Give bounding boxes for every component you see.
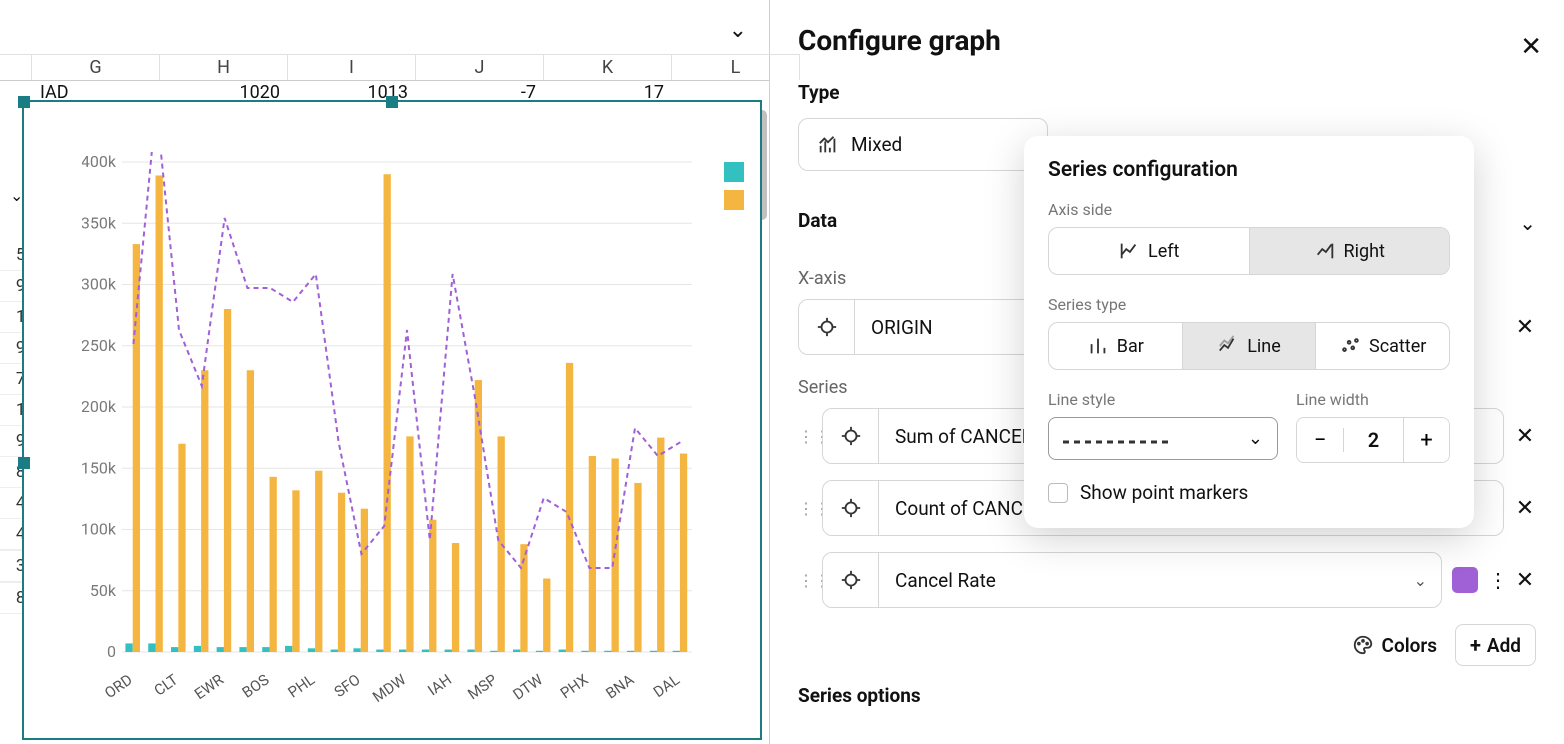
dashed-line-icon bbox=[1063, 440, 1173, 444]
close-icon[interactable]: ✕ bbox=[1520, 32, 1542, 62]
mixed-chart-icon bbox=[817, 134, 839, 156]
resize-handle[interactable] bbox=[386, 96, 398, 108]
drag-handle-icon[interactable]: ⋮⋮ bbox=[798, 499, 812, 518]
drag-handle-icon[interactable]: ⋮⋮ bbox=[798, 571, 812, 590]
panel-title: Configure graph bbox=[798, 24, 1536, 57]
series-type-toggle: BarLineScatter bbox=[1048, 322, 1450, 370]
axis-side-toggle: LeftRight bbox=[1048, 227, 1450, 275]
svg-text:50k: 50k bbox=[90, 581, 117, 600]
svg-text:DAL: DAL bbox=[650, 671, 683, 702]
legend-swatch bbox=[724, 162, 744, 182]
bar-icon bbox=[1087, 335, 1109, 357]
svg-text:PHX: PHX bbox=[557, 670, 592, 702]
axis-side-left[interactable]: Left bbox=[1049, 228, 1249, 274]
line-width-value: 2 bbox=[1343, 428, 1403, 452]
add-series-button[interactable]: + Add bbox=[1455, 624, 1536, 666]
line-width-stepper: − 2 + bbox=[1296, 417, 1450, 463]
data-section-label: Data bbox=[798, 209, 837, 232]
svg-text:MSP: MSP bbox=[464, 671, 500, 702]
svg-text:DTW: DTW bbox=[510, 671, 547, 702]
target-icon bbox=[840, 425, 862, 447]
xaxis-value: ORIGIN bbox=[855, 316, 949, 339]
increment-button[interactable]: + bbox=[1403, 418, 1449, 462]
decrement-button[interactable]: − bbox=[1297, 418, 1343, 462]
chevron-down-icon: ⌄ bbox=[1248, 428, 1263, 449]
svg-text:BOS: BOS bbox=[239, 670, 273, 701]
series-config-popover: Series configuration Axis side LeftRight… bbox=[1024, 136, 1474, 528]
more-icon[interactable]: ⋮ bbox=[1488, 568, 1504, 592]
series-type-scatter[interactable]: Scatter bbox=[1315, 323, 1449, 369]
line-style-label: Line style bbox=[1048, 390, 1278, 409]
drag-handle-icon[interactable]: ⋮⋮ bbox=[798, 427, 812, 446]
col-header[interactable]: K bbox=[544, 54, 672, 80]
axis-side-right[interactable]: Right bbox=[1249, 228, 1450, 274]
legend-swatch bbox=[724, 190, 744, 210]
resize-handle[interactable] bbox=[18, 96, 30, 108]
axis-left-icon bbox=[1118, 240, 1140, 262]
target-icon bbox=[816, 316, 838, 338]
series-type-bar[interactable]: Bar bbox=[1049, 323, 1182, 369]
colors-button[interactable]: Colors bbox=[1352, 634, 1437, 657]
graph-type-select[interactable]: Mixed bbox=[798, 118, 1048, 171]
col-header[interactable]: H bbox=[160, 54, 288, 80]
col-header[interactable]: G bbox=[32, 54, 160, 80]
series-name: Cancel Rate bbox=[879, 569, 1400, 592]
remove-series-button[interactable]: ✕ bbox=[1514, 496, 1536, 521]
svg-text:150k: 150k bbox=[82, 458, 117, 477]
series-type-label: Series type bbox=[1048, 295, 1450, 314]
svg-text:CLT: CLT bbox=[151, 671, 182, 700]
spreadsheet-pane: ⌄ G H I J K L IAD 1020 1013 -7 17 ⌄ 53 9… bbox=[0, 0, 770, 744]
col-header[interactable]: I bbox=[288, 54, 416, 80]
svg-text:SFO: SFO bbox=[331, 671, 364, 702]
svg-text:250k: 250k bbox=[82, 336, 117, 355]
svg-text:PHL: PHL bbox=[285, 671, 318, 702]
svg-text:IAH: IAH bbox=[424, 671, 455, 700]
popover-title: Series configuration bbox=[1048, 158, 1450, 182]
svg-text:100k: 100k bbox=[82, 520, 117, 539]
graph-type-value: Mixed bbox=[851, 133, 902, 156]
series-select[interactable]: Cancel Rate⌄ bbox=[822, 552, 1442, 608]
resize-handle[interactable] bbox=[18, 457, 30, 469]
svg-text:EWR: EWR bbox=[191, 671, 227, 702]
axis-right-icon bbox=[1314, 240, 1336, 262]
series-options-label: Series options bbox=[798, 684, 1536, 707]
svg-text:ORD: ORD bbox=[101, 671, 135, 702]
target-icon bbox=[840, 569, 862, 591]
plus-icon: + bbox=[1470, 633, 1481, 657]
remove-xaxis-button[interactable]: ✕ bbox=[1514, 315, 1536, 340]
chart-container[interactable]: 050k100k150k200k250k300k350k400k 0.0050.… bbox=[22, 100, 762, 740]
show-markers-checkbox[interactable] bbox=[1048, 483, 1068, 503]
show-markers-label: Show point markers bbox=[1080, 481, 1248, 504]
chevron-down-icon[interactable]: ⌄ bbox=[729, 18, 747, 43]
type-section-label: Type bbox=[798, 81, 1536, 104]
chart-legend bbox=[724, 162, 744, 218]
svg-text:0: 0 bbox=[107, 642, 116, 661]
chevron-down-icon[interactable]: ⌄ bbox=[1519, 211, 1536, 235]
remove-series-button[interactable]: ✕ bbox=[1514, 424, 1536, 449]
xaxis-select[interactable]: ORIGIN bbox=[798, 299, 1053, 355]
svg-text:BNA: BNA bbox=[602, 670, 637, 702]
line-style-select[interactable]: ⌄ bbox=[1048, 417, 1278, 460]
chevron-down-icon[interactable]: ⌄ bbox=[1400, 571, 1441, 590]
svg-text:350k: 350k bbox=[82, 213, 117, 232]
series-color-chip[interactable] bbox=[1452, 567, 1478, 593]
config-panel: ✕ Configure graph Type Mixed Data ⌄ X-ax… bbox=[770, 0, 1564, 744]
axis-side-label: Axis side bbox=[1048, 200, 1450, 219]
remove-series-button[interactable]: ✕ bbox=[1514, 568, 1536, 593]
svg-text:400k: 400k bbox=[82, 152, 117, 171]
series-type-line[interactable]: Line bbox=[1182, 323, 1316, 369]
chart-plot: 050k100k150k200k250k300k350k400k 0.0050.… bbox=[82, 152, 692, 702]
svg-text:MDW: MDW bbox=[369, 671, 409, 702]
line-icon bbox=[1217, 335, 1239, 357]
svg-text:200k: 200k bbox=[82, 397, 117, 416]
palette-icon bbox=[1352, 634, 1374, 656]
col-header[interactable]: J bbox=[416, 54, 544, 80]
line-width-label: Line width bbox=[1296, 390, 1450, 409]
scatter-icon bbox=[1339, 335, 1361, 357]
target-icon bbox=[840, 497, 862, 519]
svg-text:300k: 300k bbox=[82, 275, 117, 294]
column-headers: G H I J K L bbox=[0, 54, 769, 81]
